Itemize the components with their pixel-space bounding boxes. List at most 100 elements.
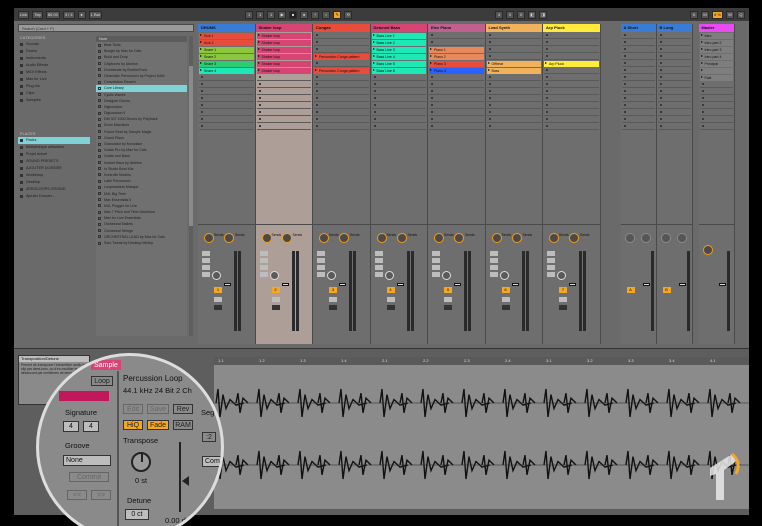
mixer-slot[interactable] [317,272,325,277]
clip-slot[interactable]: Shaker loop [256,53,311,60]
play-button[interactable]: ▶ [278,10,287,19]
place-item[interactable]: Workshop [18,172,90,179]
mixer-slot[interactable] [547,265,555,270]
track-activator[interactable]: 6 [501,287,510,293]
empty-clip-slot[interactable] [486,89,541,95]
arm-button[interactable] [501,305,510,310]
place-item[interactable]: Projet actuel [18,151,90,158]
master-volume-fader[interactable] [718,283,726,286]
pan-knob[interactable] [269,271,279,280]
mixer-slot[interactable] [202,272,210,277]
position-sixteenth[interactable]: 1 [267,10,276,19]
empty-clip-slot[interactable] [544,47,599,53]
category-item[interactable]: Samples [18,97,90,104]
empty-clip-slot[interactable] [371,103,426,109]
clip-slot[interactable]: Piano 1 [429,46,484,53]
empty-clip-slot[interactable] [371,117,426,123]
empty-clip-slot[interactable] [371,89,426,95]
pan-knob[interactable] [384,271,394,280]
key-map-button[interactable]: K [690,10,699,19]
clip-slot[interactable]: Piano 4 [429,67,484,74]
mixer-slot[interactable] [547,258,555,263]
category-item[interactable]: Max for Live [18,76,90,83]
category-item[interactable]: Audio Effects [18,62,90,69]
scene-slot[interactable] [699,96,733,102]
empty-clip-slot[interactable] [199,103,254,109]
scene-launch[interactable] [699,67,733,74]
empty-clip-slot[interactable] [544,124,599,130]
volume-fader[interactable] [642,283,650,286]
mixer-slot[interactable] [374,251,383,256]
track-activator[interactable]: 7 [559,287,567,293]
pan-knob[interactable] [327,271,336,280]
return-activator[interactable]: B [662,287,671,293]
empty-clip-slot[interactable] [199,89,254,95]
track-activator[interactable]: 3 [329,287,337,293]
punch-out-button[interactable]: ◨ [539,10,548,19]
empty-clip-slot[interactable] [256,75,311,81]
send-b-knob[interactable] [569,233,579,243]
loop-toggle[interactable]: ⟲ [344,10,353,19]
solo-button[interactable] [214,297,222,302]
send-knob[interactable] [676,233,687,243]
track-activator[interactable]: 4 [386,287,395,293]
empty-clip-slot[interactable] [314,124,369,130]
track-header[interactable]: DRUMS [198,24,255,32]
ram-toggle[interactable]: RAM [173,420,193,430]
track-activator[interactable]: 2 [271,287,280,293]
send-knob[interactable] [660,233,671,243]
empty-clip-slot[interactable] [486,124,541,130]
empty-clip-slot[interactable] [486,75,541,81]
metronome-icon[interactable]: ● [77,10,86,19]
empty-clip-slot[interactable] [544,33,599,39]
arm-button[interactable] [444,305,452,310]
empty-clip-slot[interactable] [429,103,484,109]
send-a-knob[interactable] [434,233,444,243]
place-item[interactable]: SOUND PRESETS [18,158,90,165]
clip-slot[interactable]: Kick 1 [199,32,254,39]
empty-clip-slot[interactable] [314,110,369,116]
send-b-knob[interactable] [396,233,407,243]
mixer-slot[interactable] [202,251,210,256]
detune-field[interactable]: 0 ct [125,509,149,520]
mixer-slot[interactable] [432,258,440,263]
category-item[interactable]: Clips [18,90,90,97]
track-header[interactable]: Shaker loop [255,24,312,32]
mixer-slot[interactable] [547,251,555,256]
empty-clip-slot[interactable] [199,75,254,81]
clip-slot[interactable]: Bass Line 1 [371,32,426,39]
mixer-slot[interactable] [259,258,268,263]
track-header[interactable]: Elec Piano [428,24,485,32]
place-item[interactable]: Ajouter Dossier... [18,193,90,200]
empty-clip-slot[interactable] [486,82,541,88]
signature-denominator[interactable]: 4 [83,421,99,432]
clip-slot[interactable]: Bass [486,67,541,74]
link-button[interactable]: Link [18,10,30,19]
empty-clip-slot[interactable] [429,33,484,39]
clip-slot[interactable]: Arp Pluck [544,60,599,67]
empty-clip-slot[interactable] [371,75,426,81]
return-track-header[interactable]: A Short [620,24,656,32]
commit-button[interactable]: Commit [69,472,109,482]
empty-clip-slot[interactable] [486,54,541,60]
stop-button[interactable]: ■ [289,10,298,19]
clip-slot[interactable]: Shaker loop [256,67,311,74]
empty-clip-slot[interactable] [429,96,484,102]
volume-fader[interactable] [511,283,519,286]
tempo-field[interactable]: 80.00 [45,10,60,19]
empty-clip-slot[interactable] [486,103,541,109]
send-b-knob[interactable] [224,233,234,243]
mixer-slot[interactable] [432,265,440,270]
arm-button[interactable] [329,305,337,310]
mixer-slot[interactable] [259,265,268,270]
clip-slot[interactable]: Bass Line 3 [371,46,426,53]
empty-clip-slot[interactable] [544,75,599,81]
clip-slot[interactable]: Shaker loop [256,60,311,67]
mixer-slot[interactable] [317,258,325,263]
groove-select[interactable]: None [63,455,111,466]
file-item[interactable]: Solo Tweak by Desktop Mixtep [96,240,187,246]
mixer-slot[interactable] [489,272,498,277]
mixer-slot[interactable] [317,265,325,270]
warp-mode-select[interactable]: Comp [202,456,221,467]
place-item[interactable]: AJOUTER DOSSIER [18,165,90,172]
